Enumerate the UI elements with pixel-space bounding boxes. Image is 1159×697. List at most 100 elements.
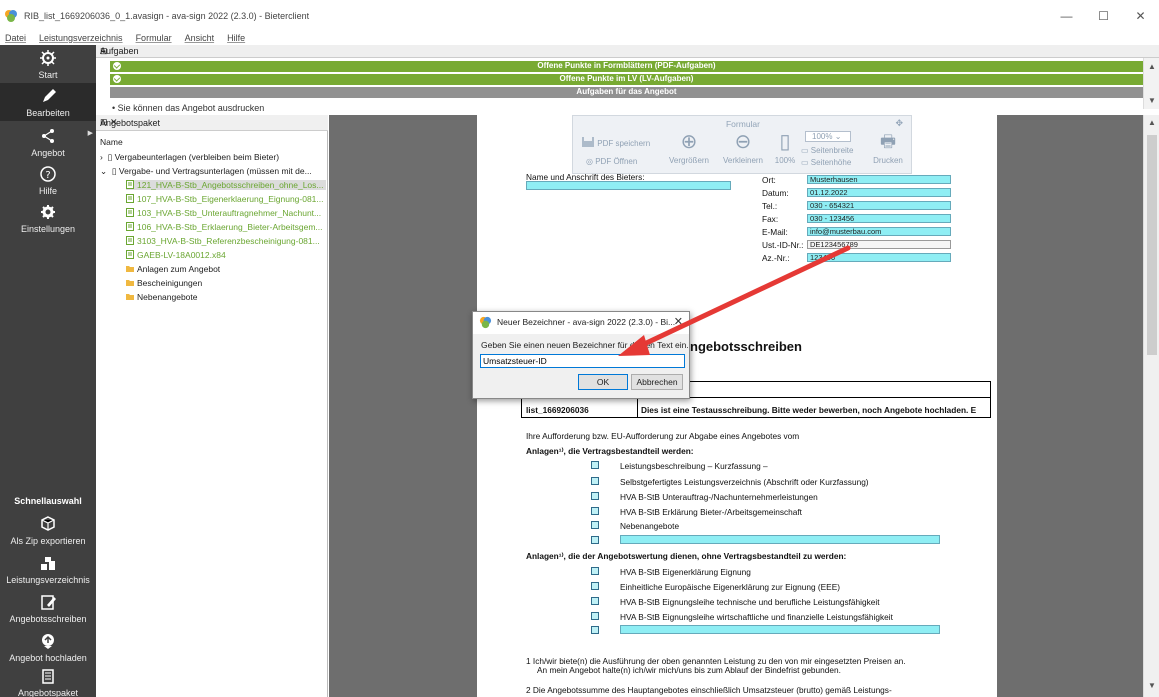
checkbox[interactable]: [591, 521, 599, 529]
save-icon: [582, 137, 594, 147]
section2-free-field[interactable]: [620, 625, 940, 634]
tree-node-103[interactable]: 103_HVA-B-Stb_Unterauftragnehmer_Nachunt…: [126, 208, 321, 218]
tree-node-121[interactable]: 121_HVA-B-Stb_Angebotsschreiben_ohne_Los…: [126, 180, 326, 190]
quick-angebotspaket[interactable]: Angebotspaket: [0, 663, 96, 697]
print-button[interactable]: 🖶 Drucken: [871, 131, 905, 165]
checkbox[interactable]: [591, 626, 599, 634]
aufgaben-scrollbar[interactable]: ▲ ▼: [1143, 58, 1159, 109]
tree-node-bescheinigungen[interactable]: Bescheinigungen: [126, 278, 202, 288]
chevron-down-icon[interactable]: ⌄: [100, 166, 112, 176]
field-email[interactable]: info@musterbau.com: [807, 227, 951, 236]
tree-node-gaeb[interactable]: GAEB-LV-18A0012.x84: [126, 250, 226, 260]
nav-start[interactable]: Start: [0, 45, 96, 83]
tree-node-vergabeunterlagen[interactable]: › ▯ Vergabeunterlagen (verbleiben beim B…: [100, 152, 279, 163]
check-circle-icon: [113, 75, 121, 83]
task-lv-label: Offene Punkte im LV (LV-Aufgaben): [559, 74, 694, 83]
file-icon: ▯: [107, 152, 115, 162]
pin-icon[interactable]: ✥: [895, 118, 903, 129]
field-ort[interactable]: Musterhausen: [807, 175, 951, 184]
section1-free-field[interactable]: [620, 535, 940, 544]
scroll-down-icon[interactable]: ▼: [1148, 96, 1156, 105]
document-scrollbar[interactable]: ▲ ▼: [1143, 115, 1159, 697]
check-circle-icon: [113, 62, 121, 70]
tree-node-106[interactable]: 106_HVA-B-Stb_Erklaerung_Bieter-Arbeitsg…: [126, 222, 323, 232]
table-divider: [637, 398, 638, 417]
nav-einstellungen[interactable]: Einstellungen: [0, 199, 96, 237]
zoom-100-button[interactable]: ▯ 100%: [773, 131, 797, 165]
panel-float-close-icon[interactable]: ⊟ ✕: [100, 117, 322, 128]
tree-node-3103[interactable]: 3103_HVA-B-Stb_Referenzbescheinigung-081…: [126, 236, 320, 246]
zip-icon: [41, 516, 55, 531]
pdf-file-icon: [126, 208, 134, 217]
checkbox[interactable]: [591, 536, 599, 544]
task-angebot-aufgaben[interactable]: Aufgaben für das Angebot: [110, 87, 1143, 98]
table-list-id: list_1669206036: [526, 405, 589, 415]
close-window-button[interactable]: ✕: [1122, 0, 1159, 31]
window-title: RIB_list_1669206036_0_1.avasign - ava-si…: [24, 10, 310, 21]
nav-hilfe[interactable]: ? Hilfe: [0, 161, 96, 199]
checkbox[interactable]: [591, 567, 599, 575]
checkbox[interactable]: [591, 582, 599, 590]
field-tel[interactable]: 030 - 654321: [807, 201, 951, 210]
label-datum: Datum:: [762, 188, 789, 198]
page-width-icon: ▭: [801, 146, 811, 155]
tree-node-label: Vergabe- und Vertragsunterlagen (müssen …: [118, 166, 312, 176]
maximize-button[interactable]: ☐: [1085, 0, 1122, 31]
pdf-save-button[interactable]: PDF speichern: [581, 136, 650, 148]
menu-datei[interactable]: Datei: [5, 33, 26, 43]
scroll-down-icon[interactable]: ▼: [1148, 681, 1156, 690]
menu-ansicht[interactable]: Ansicht: [185, 33, 215, 43]
nav-hilfe-label: Hilfe: [38, 186, 57, 196]
menu-hilfe[interactable]: Hilfe: [227, 33, 245, 43]
checkbox[interactable]: [591, 477, 599, 485]
quick-leistungsverzeichnis[interactable]: Leistungsverzeichnis: [0, 550, 96, 588]
quick-angebotsschreiben[interactable]: Angebotsschreiben: [0, 589, 96, 627]
tree-node-vertragsunterlagen[interactable]: ⌄ ▯ Vergabe- und Vertragsunterlagen (müs…: [100, 166, 312, 177]
bidder-name-field[interactable]: [526, 181, 731, 190]
tree-node-anlagen[interactable]: Anlagen zum Angebot: [126, 264, 220, 274]
page-height-button[interactable]: ▭ Seitenhöhe: [801, 158, 851, 167]
ok-button[interactable]: OK: [578, 374, 628, 390]
zoom-out-icon: ⊖: [734, 131, 752, 153]
tree-node-nebenangebote[interactable]: Nebenangebote: [126, 292, 198, 302]
zoom-select[interactable]: 100% ⌄: [805, 131, 851, 142]
field-datum[interactable]: 01.12.2022: [807, 188, 951, 197]
field-aznr[interactable]: 123456: [807, 253, 951, 262]
checkbox[interactable]: [591, 507, 599, 515]
nav-angebot[interactable]: Angebot ▶: [0, 123, 96, 161]
nav-bearbeiten[interactable]: Bearbeiten: [0, 83, 96, 121]
zoom-in-button[interactable]: ⊕ Vergrößern: [667, 131, 711, 165]
menu-leistungsverzeichnis[interactable]: Leistungsverzeichnis: [39, 33, 123, 43]
pdf-open-button[interactable]: ◎ PDF Öffnen: [586, 157, 637, 166]
chevron-right-icon[interactable]: ›: [100, 152, 108, 162]
quick-angebot-hochladen[interactable]: Angebot hochladen: [0, 628, 96, 666]
tree-node-107[interactable]: 107_HVA-B-Stb_Eigenerklaerung_Eignung-08…: [126, 194, 324, 204]
zoom-out-button[interactable]: ⊖ Verkleinern: [718, 131, 768, 165]
tree-panel-header: Angebotspaket ⊟ ✕: [96, 115, 328, 131]
field-ustid[interactable]: DE123456789: [807, 240, 951, 249]
menu-formular[interactable]: Formular: [136, 33, 172, 43]
task-pdf-aufgaben[interactable]: Offene Punkte in Formblättern (PDF-Aufga…: [110, 61, 1143, 72]
checkbox[interactable]: [591, 492, 599, 500]
page-width-button[interactable]: ▭ Seitenbreite: [801, 146, 853, 155]
scrollbar-thumb[interactable]: [1147, 135, 1157, 355]
task-lv-aufgaben[interactable]: Offene Punkte im LV (LV-Aufgaben): [110, 74, 1143, 85]
pdf-save-label: PDF speichern: [597, 139, 651, 148]
scroll-up-icon[interactable]: ▲: [1148, 62, 1156, 71]
dialog-close-icon[interactable]: ✕: [674, 315, 683, 328]
tree-node-label: Anlagen zum Angebot: [137, 264, 221, 274]
nav-start-label: Start: [38, 70, 58, 80]
pin-icon[interactable]: ⊞: [100, 46, 1151, 57]
submenu-arrow-icon: ▶: [87, 130, 93, 137]
page-icon: ▯: [779, 131, 791, 153]
quick-zip-export[interactable]: Als Zip exportieren: [0, 511, 96, 549]
field-fax[interactable]: 030 - 123456: [807, 214, 951, 223]
checkbox[interactable]: [591, 461, 599, 469]
minimize-button[interactable]: —: [1048, 0, 1085, 31]
checkbox[interactable]: [591, 612, 599, 620]
identifier-input[interactable]: [480, 354, 685, 368]
zoom-out-label: Verkleinern: [722, 156, 764, 165]
scroll-up-icon[interactable]: ▲: [1148, 118, 1156, 127]
checkbox[interactable]: [591, 597, 599, 605]
cancel-button[interactable]: Abbrechen: [631, 374, 683, 390]
